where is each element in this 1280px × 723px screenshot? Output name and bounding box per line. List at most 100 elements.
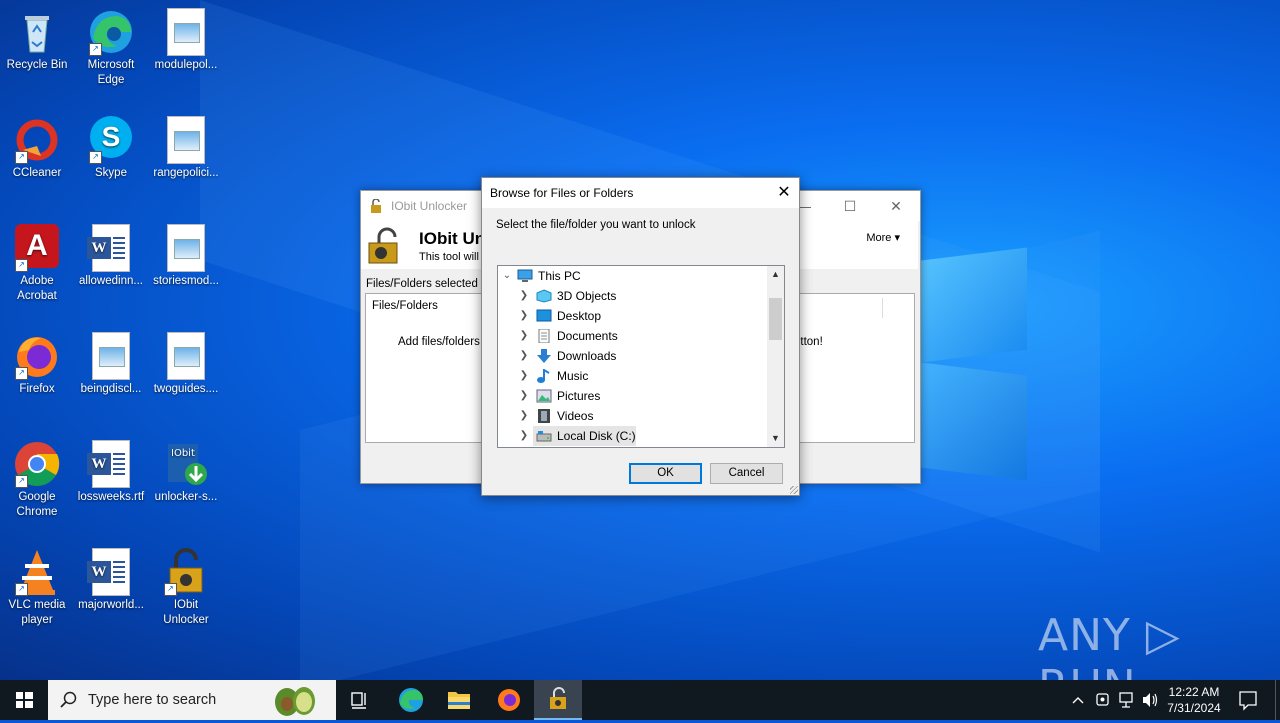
chevron-up-icon[interactable] bbox=[1070, 680, 1086, 720]
resize-grip-icon[interactable] bbox=[790, 486, 798, 494]
chevron-right-icon[interactable]: ❯ bbox=[518, 306, 530, 326]
chevron-right-icon[interactable]: ❯ bbox=[518, 366, 530, 386]
clock-time: 12:22 AM bbox=[1168, 685, 1220, 699]
desktop-icon-adobe-acrobat[interactable]: A ↗ Adobe Acrobat bbox=[1, 224, 73, 304]
tree-item[interactable]: ❯ Documents bbox=[498, 326, 767, 346]
cancel-button[interactable]: Cancel bbox=[710, 463, 783, 484]
desktop-icon-storiesmod[interactable]: storiesmod... bbox=[150, 224, 222, 289]
iobit-app-title: IObit Un bbox=[419, 229, 486, 248]
desktop-icon-beingdiscl[interactable]: beingdiscl... bbox=[75, 332, 147, 397]
desktop-icon-firefox[interactable]: ↗ Firefox bbox=[1, 332, 73, 397]
dialog-title: Browse for Files or Folders bbox=[490, 186, 634, 200]
documents-icon bbox=[536, 328, 552, 344]
taskbar-file-explorer[interactable] bbox=[435, 680, 483, 720]
search-placeholder: Type here to search bbox=[88, 692, 217, 708]
browse-dialog: Browse for Files or Folders ✕ Select the… bbox=[481, 177, 800, 496]
scroll-up-icon[interactable]: ▲ bbox=[767, 266, 784, 283]
network-icon[interactable] bbox=[1118, 680, 1136, 720]
folder-icon bbox=[448, 692, 470, 709]
desktop-icon-ccleaner[interactable]: ↗ CCleaner bbox=[1, 116, 73, 181]
chevron-right-icon[interactable]: ❯ bbox=[518, 286, 530, 306]
pictures-icon bbox=[536, 389, 552, 403]
chevron-right-icon[interactable]: ❯ bbox=[518, 426, 530, 446]
chevron-right-icon[interactable]: ❯ bbox=[518, 326, 530, 346]
desktop-icon-skype[interactable]: S ↗ Skype bbox=[75, 116, 147, 181]
word-document-icon: W bbox=[87, 548, 135, 596]
firefox-icon bbox=[498, 689, 520, 711]
chevron-right-icon[interactable]: ❯ bbox=[518, 406, 530, 426]
search-icon bbox=[60, 691, 78, 712]
vlc-icon: ↗ bbox=[13, 548, 61, 596]
taskbar-search-box[interactable]: Type here to search bbox=[48, 680, 336, 720]
taskbar-iobit-unlocker[interactable] bbox=[534, 680, 582, 720]
chrome-icon: ↗ bbox=[13, 440, 61, 488]
desktop-icon-microsoft-edge[interactable]: ↗ Microsoft Edge bbox=[75, 8, 147, 88]
installer-icon: IObit bbox=[162, 440, 210, 488]
iobit-app-icon bbox=[367, 227, 403, 265]
start-button[interactable] bbox=[0, 680, 48, 720]
desktop-icon-recycle-bin[interactable]: Recycle Bin bbox=[1, 8, 73, 73]
chevron-down-icon[interactable]: ⌄ bbox=[501, 266, 513, 286]
desktop-icon-vlc[interactable]: ↗ VLC media player bbox=[1, 548, 73, 628]
local-disk-icon bbox=[536, 429, 552, 443]
desktop-icon-rangepolici[interactable]: rangepolici... bbox=[150, 116, 222, 181]
caret-down-icon: ▾ bbox=[894, 232, 900, 244]
notifications-icon[interactable] bbox=[1236, 680, 1260, 720]
more-menu[interactable]: More ▾ bbox=[866, 231, 900, 244]
taskbar-clock[interactable]: 12:22 AM 7/31/2024 bbox=[1158, 684, 1230, 716]
files-column-header[interactable]: Files/Folders bbox=[372, 300, 438, 312]
desktop-icon-twoguides[interactable]: twoguides.... bbox=[150, 332, 222, 397]
recycle-bin-icon bbox=[13, 8, 61, 56]
edge-icon: ↗ bbox=[87, 8, 135, 56]
iobit-unlocker-icon: ↗ bbox=[162, 548, 210, 596]
maximize-button[interactable]: ☐ bbox=[827, 191, 873, 221]
desktop-icon-lossweeks[interactable]: W lossweeks.rtf bbox=[75, 440, 147, 505]
music-icon bbox=[536, 368, 552, 383]
videos-icon bbox=[536, 409, 552, 423]
tree-item[interactable]: ❯ Downloads bbox=[498, 346, 767, 366]
chevron-right-icon[interactable]: ❯ bbox=[518, 386, 530, 406]
avocado-search-highlight-icon bbox=[270, 682, 320, 721]
task-view-button[interactable] bbox=[336, 680, 384, 720]
taskbar-firefox[interactable] bbox=[485, 680, 533, 720]
add-files-hint: Add files/folders t bbox=[398, 336, 487, 348]
windows-logo-art bbox=[905, 240, 1030, 481]
desktop-icon bbox=[536, 309, 552, 323]
ccleaner-icon: ↗ bbox=[13, 116, 61, 164]
tree-item[interactable]: ❯ 3D Objects bbox=[498, 286, 767, 306]
tree-item[interactable]: ❯ Music bbox=[498, 366, 767, 386]
desktop-icon-google-chrome[interactable]: ↗ Google Chrome bbox=[1, 440, 73, 520]
image-file-icon bbox=[162, 8, 210, 56]
desktop-icon-allowedinn[interactable]: W allowedinn... bbox=[75, 224, 147, 289]
ok-button[interactable]: OK bbox=[629, 463, 702, 484]
desktop-icon-unlocker-setup[interactable]: IObit unlocker-s... bbox=[150, 440, 222, 505]
close-button[interactable]: ✕ bbox=[873, 191, 919, 221]
tree-item[interactable]: ❯ Local Disk (C:) bbox=[498, 426, 767, 446]
clock-date: 7/31/2024 bbox=[1167, 701, 1221, 715]
desktop-icon-modulepol[interactable]: modulepol... bbox=[150, 8, 222, 73]
chevron-right-icon[interactable]: ❯ bbox=[518, 346, 530, 366]
windows-start-icon bbox=[16, 692, 33, 708]
volume-icon[interactable] bbox=[1141, 680, 1159, 720]
tree-scrollbar[interactable]: ▲ ▼ bbox=[767, 266, 784, 447]
tree-item[interactable]: ❯ Pictures bbox=[498, 386, 767, 406]
show-desktop-button[interactable] bbox=[1275, 680, 1280, 720]
meet-now-icon[interactable] bbox=[1094, 680, 1112, 720]
tree-item[interactable]: ❯ Videos bbox=[498, 406, 767, 426]
taskbar-edge[interactable] bbox=[387, 680, 435, 720]
dialog-close-button[interactable]: ✕ bbox=[769, 178, 799, 208]
image-file-icon bbox=[162, 224, 210, 272]
image-file-icon bbox=[162, 116, 210, 164]
desktop-icon-iobit-unlocker[interactable]: ↗ IObit Unlocker bbox=[150, 548, 222, 628]
tree-item-this-pc[interactable]: ⌄ This PC bbox=[498, 266, 767, 286]
iobit-app-subtitle: This tool will h bbox=[419, 251, 489, 263]
folder-tree[interactable]: ⌄ This PC ❯ 3D Objects ❯ Desktop ❯ Docum… bbox=[497, 265, 785, 448]
downloads-icon bbox=[536, 349, 552, 363]
adobe-acrobat-icon: A ↗ bbox=[13, 224, 61, 272]
dialog-titlebar[interactable]: Browse for Files or Folders ✕ bbox=[482, 178, 799, 208]
desktop-icon-majorworld[interactable]: W majorworld... bbox=[75, 548, 147, 613]
scroll-down-icon[interactable]: ▼ bbox=[767, 430, 784, 447]
scroll-thumb[interactable] bbox=[769, 298, 782, 340]
word-document-icon: W bbox=[87, 440, 135, 488]
tree-item[interactable]: ❯ Desktop bbox=[498, 306, 767, 326]
